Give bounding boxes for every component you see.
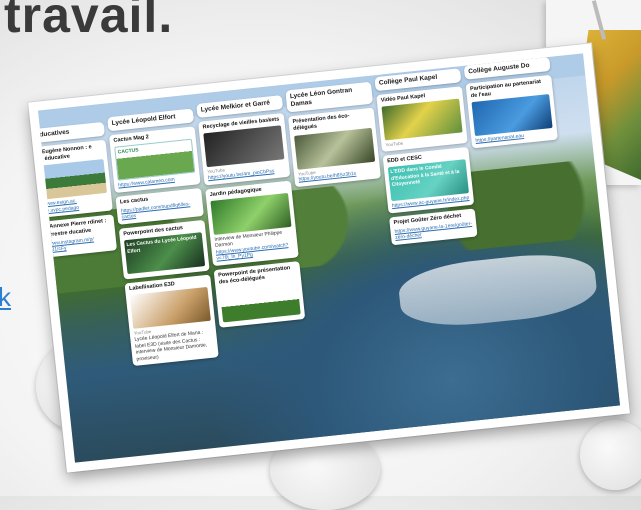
padlet-card[interactable]: ollège Eugène Nonnon : e marine éducativ… — [37, 139, 113, 220]
padlet-board: ires éducativesollège Eugène Nonnon : e … — [37, 53, 621, 463]
padlet-column: Collège Paul Kapel Vidéo Paul Kapel YouTub… — [374, 68, 478, 249]
card-thumbnail[interactable] — [381, 98, 463, 141]
padlet-card[interactable]: Recyclage de vieilles baskets YouTube http… — [198, 113, 291, 186]
padlet-card[interactable]: Powerpoint de présentation des éco-délég… — [213, 260, 306, 328]
padlet-card[interactable]: Les cactus https://padlet.com/oupdflq6/le… — [115, 187, 204, 225]
card-thumbnail[interactable] — [129, 287, 211, 330]
padlet-card[interactable]: ollège Annexe Pierre rdinet : Aire terre… — [37, 214, 117, 259]
padlet-screenshot-frame: ires éducativesollège Eugène Nonnon : e … — [28, 43, 630, 473]
padlet-card[interactable]: Powerpoint des cactus Les Cactus du Lycée… — [118, 219, 210, 280]
padlet-column: Lycée Léon Gontran Damas Présentation des… — [285, 81, 381, 191]
card-thumbnail[interactable] — [294, 127, 376, 170]
card-thumbnail[interactable]: L'EDD dans le Comité d'Education à la Sa… — [387, 159, 469, 202]
padlet-card[interactable]: Présentation des éco-délégués YouTube http… — [288, 107, 381, 187]
padlet-card[interactable]: Cactus Mag 2 CACTUS https://www.calameo.co… — [108, 126, 201, 193]
card-thumbnail[interactable] — [37, 159, 108, 202]
card-link[interactable]: https://www.instagram.m/p/ wqeu/C31/cFy — [38, 234, 113, 255]
padlet-card[interactable]: Labellisation E3D YouTube Lycée Léopold El… — [124, 274, 219, 367]
card-thumbnail[interactable] — [203, 125, 285, 168]
deco-circle-right — [580, 420, 641, 490]
side-link[interactable]: k — [0, 282, 11, 313]
padlet-card[interactable]: Jardin pédagogique Interview de Monsieur … — [205, 180, 299, 266]
card-thumbnail[interactable]: Les Cactus du Lycée Léopold Elfort — [124, 232, 206, 275]
slide-title: travail. — [4, 0, 174, 43]
padlet-card[interactable]: Participation au partenariat de l'eau htt… — [465, 74, 558, 149]
padlet-column: ires éducativesollège Eugène Nonnon : e … — [37, 121, 117, 263]
card-thumbnail[interactable] — [471, 94, 553, 137]
card-thumbnail[interactable] — [219, 280, 301, 323]
padlet-card[interactable]: Vidéo Paul Kapel YouTube — [376, 86, 468, 152]
card-thumbnail[interactable] — [210, 192, 292, 235]
padlet-card[interactable]: Projet Goûter Zéro déchet https://www.guy… — [389, 208, 478, 246]
padlet-card[interactable]: EDD et CESC L'EDD dans le Comité d'Educat… — [382, 146, 475, 214]
card-thumbnail[interactable]: CACTUS — [114, 138, 196, 181]
padlet-column: Collège Auguste Do Participation au parte… — [463, 56, 559, 152]
